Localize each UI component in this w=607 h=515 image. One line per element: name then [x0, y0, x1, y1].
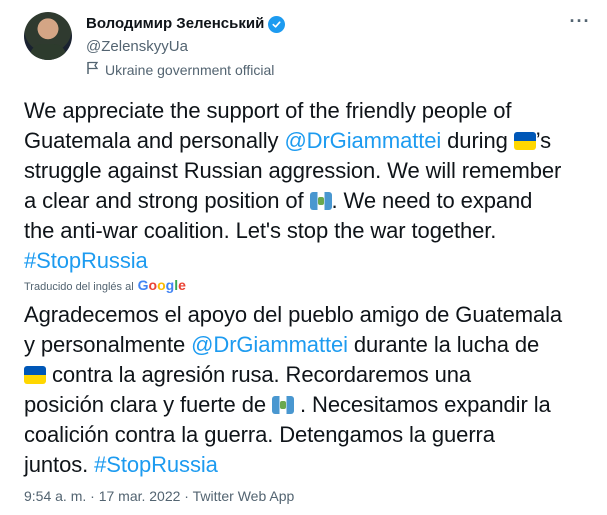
tweet-line: struggle against Russian aggression. We …: [24, 158, 562, 183]
more-options-icon[interactable]: ···: [566, 10, 594, 32]
translation-line: posición clara y fuerte de . Necesitamos…: [24, 390, 594, 420]
author-name-row[interactable]: Володимир Зеленський: [86, 15, 286, 33]
guatemala-flag-icon: [309, 192, 332, 210]
ukraine-flag-icon: [24, 366, 46, 384]
tweet-line: the anti-war coalition. Let's stop the w…: [24, 218, 497, 243]
translation-text-segment: contra la agresión rusa. Recordaremos un…: [46, 362, 472, 387]
tweet-text-segment: during: [441, 128, 514, 153]
tweet-text-segment: a clear and strong position of: [24, 188, 310, 213]
author-handle[interactable]: @ZelenskyyUa: [86, 38, 188, 56]
avatar[interactable]: [24, 12, 72, 60]
translation-line: contra la agresión rusa. Recordaremos un…: [24, 360, 594, 390]
flag-outline-icon: [86, 61, 99, 79]
translation-line: coalición contra la guerra. Detengamos l…: [24, 422, 495, 447]
tweet-timestamp[interactable]: 9:54 a. m. · 17 mar. 2022 · Twitter Web …: [24, 487, 294, 505]
affiliation-text: Ukraine government official: [105, 62, 275, 78]
hashtag-link[interactable]: #StopRussia: [94, 452, 218, 477]
translation-text-segment: juntos.: [24, 452, 95, 477]
translated-by-text: Traducido del inglés al: [24, 281, 134, 293]
translation-text-segment: posición clara y fuerte de: [24, 392, 272, 417]
translation-line: y personalmente @DrGiammattei durante la…: [24, 330, 594, 360]
tweet-text-segment: ’s: [535, 128, 552, 153]
tweet-text-segment: Guatemala and personally: [24, 128, 285, 153]
verified-badge-icon: [268, 15, 286, 33]
translation-text: Agradecemos el apoyo del pueblo amigo de…: [24, 300, 594, 480]
tweet-line: #StopRussia: [24, 246, 594, 276]
avatar-shoulders: [30, 44, 66, 60]
translation-attribution[interactable]: Traducido del inglés al Google: [24, 278, 186, 294]
affiliation-label: Ukraine government official: [86, 61, 274, 79]
guatemala-flag-icon: [272, 396, 294, 414]
ukraine-flag-icon: [513, 132, 536, 150]
translation-text-segment: y personalmente: [24, 332, 192, 357]
translation-text-segment: . Necesitamos expandir la: [294, 392, 551, 417]
tweet-text-segment: . We need to expand: [331, 188, 533, 213]
hashtag-link[interactable]: #StopRussia: [24, 248, 148, 273]
translation-line: Agradecemos el apoyo del pueblo amigo de…: [24, 302, 563, 327]
guatemala-emblem: [280, 401, 286, 409]
author-name[interactable]: Володимир Зеленський: [86, 15, 264, 33]
mention-link[interactable]: @DrGiammattei: [191, 332, 348, 357]
mention-link[interactable]: @DrGiammattei: [284, 128, 441, 153]
guatemala-emblem: [317, 197, 324, 205]
google-logo: Google: [137, 277, 186, 293]
translation-line: juntos. #StopRussia: [24, 450, 594, 480]
tweet-line: a clear and strong position of . We need…: [24, 186, 594, 216]
translation-text-segment: durante la lucha de: [347, 332, 540, 357]
tweet-line: Guatemala and personally @DrGiammattei d…: [24, 126, 594, 156]
tweet-card: Володимир Зеленський @ZelenskyyUa Ukrain…: [0, 0, 607, 515]
tweet-text: We appreciate the support of the friendl…: [24, 96, 594, 276]
tweet-line: We appreciate the support of the friendl…: [24, 98, 512, 123]
